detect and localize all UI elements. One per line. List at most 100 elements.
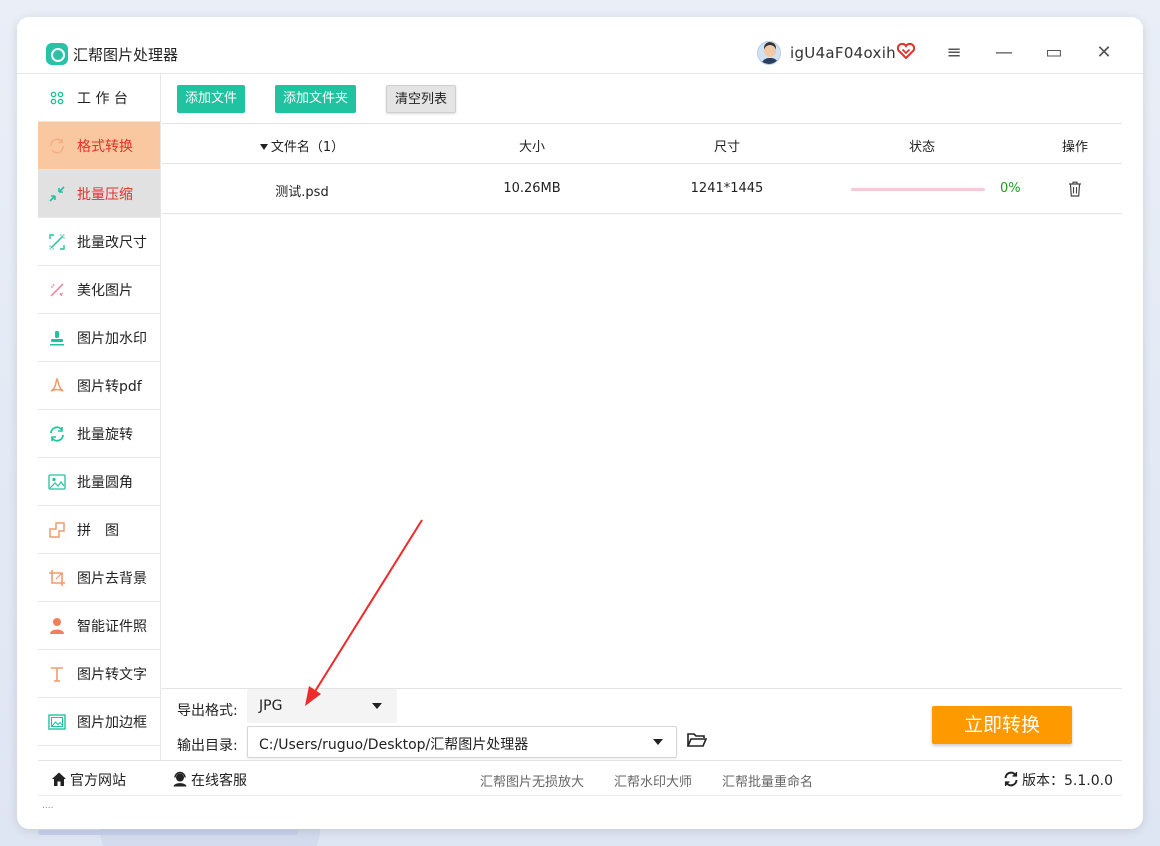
headset-icon [173, 771, 187, 787]
footer-link-watermark-master[interactable]: 汇帮水印大师 [614, 771, 692, 790]
pdf-icon [48, 376, 66, 395]
output-directory-label: 输出目录: [177, 738, 238, 754]
sidebar-item-watermark[interactable]: 图片加水印 [38, 314, 160, 362]
format-convert-icon [48, 137, 66, 155]
footer-link-batch-rename[interactable]: 汇帮批量重命名 [722, 771, 813, 790]
sidebar-item-to-pdf[interactable]: 图片转pdf [38, 362, 160, 410]
trash-icon[interactable] [1068, 181, 1082, 197]
user-avatar[interactable] [757, 41, 781, 65]
watermark-icon [48, 329, 66, 347]
output-directory-value: C:/Users/ruguo/Desktop/汇帮图片处理器 [259, 737, 529, 753]
sidebar-item-label: 美化图片 [77, 282, 133, 299]
cell-filename: 测试.psd [275, 185, 329, 200]
menu-button[interactable]: ≡ [940, 39, 968, 67]
chevron-down-icon [372, 703, 382, 709]
maximize-button[interactable]: ▭ [1040, 39, 1068, 67]
sidebar-item-batch-compress[interactable]: 批量压缩 [38, 170, 160, 218]
column-header-filename[interactable]: 文件名（1） [222, 136, 382, 155]
title-bar: 汇帮图片处理器 igU4aF04oxih ≡ — ▭ ✕ [17, 17, 1143, 74]
app-logo-icon [46, 43, 68, 65]
image-rounded-icon [48, 473, 66, 491]
vip-heart-icon[interactable] [897, 43, 915, 59]
sidebar-item-batch-resize[interactable]: 批量改尺寸 [38, 218, 160, 266]
sidebar-item-label: 拼 图 [77, 522, 119, 539]
online-support-link[interactable]: 在线客服 [172, 770, 247, 790]
main-panel: 添加文件 添加文件夹 清空列表 文件名（1） 大小 尺寸 状态 操作 测试.ps… [162, 74, 1122, 760]
resize-icon [48, 233, 66, 251]
username[interactable]: igU4aF04oxih [790, 44, 896, 62]
output-directory-select[interactable]: C:/Users/ruguo/Desktop/汇帮图片处理器 [247, 726, 677, 758]
home-icon [52, 772, 66, 786]
footer: 官方网站 在线客服 汇帮图片无损放大 汇帮水印大师 汇帮批量重命名 版本：5.1… [38, 760, 1122, 796]
sidebar-item-image-to-text[interactable]: 图片转文字 [38, 650, 160, 698]
progress-bar [851, 188, 985, 191]
sidebar-item-workbench[interactable]: 工 作 台 [38, 74, 160, 122]
column-header-size: 大小 [518, 140, 545, 155]
puzzle-icon [48, 521, 66, 539]
sidebar-item-add-frame[interactable]: 图片加边框 [38, 698, 160, 746]
sidebar-item-label: 图片转pdf [77, 378, 142, 395]
sidebar-item-label: 批量改尺寸 [77, 234, 147, 251]
table-header: 文件名（1） 大小 尺寸 状态 操作 [162, 124, 1122, 164]
table-row[interactable]: 测试.psd 10.26MB 1241*1445 0% [162, 164, 1122, 214]
progress-percent: 0% [1000, 181, 1021, 196]
clear-list-button[interactable]: 清空列表 [386, 85, 457, 113]
sidebar-item-label: 图片去背景 [77, 570, 147, 587]
filename-header-label: 文件名（1） [270, 140, 345, 155]
person-icon [48, 617, 66, 635]
folder-open-icon[interactable] [687, 732, 707, 748]
minimize-button[interactable]: — [990, 39, 1018, 67]
sidebar: 工 作 台 格式转换 批量压缩 批量改尺寸 美化图片 图片加水印 图片转pdf … [38, 74, 161, 760]
sidebar-item-collage[interactable]: 拼 图 [38, 506, 160, 554]
sidebar-item-id-photo[interactable]: 智能证件照 [38, 602, 160, 650]
refresh-icon [1004, 771, 1018, 787]
convert-now-button[interactable]: 立即转换 [932, 706, 1072, 744]
sidebar-item-label: 批量圆角 [77, 474, 133, 491]
column-header-dimensions: 尺寸 [713, 140, 740, 155]
add-file-button[interactable]: 添加文件 [177, 85, 246, 113]
grid-icon [48, 89, 66, 107]
version-label: 版本： [1022, 773, 1064, 789]
toolbar: 添加文件 添加文件夹 清空列表 [162, 74, 1122, 124]
chevron-down-icon [653, 739, 663, 745]
beautify-icon [48, 281, 66, 299]
background-bar [38, 830, 298, 835]
export-format-select[interactable]: JPG [247, 689, 397, 723]
sidebar-item-label: 图片加水印 [77, 330, 147, 347]
cell-size: 10.26MB [503, 181, 561, 196]
cell-dimensions: 1241*1445 [690, 181, 764, 196]
status-bar-dots: .... [42, 801, 54, 811]
column-header-status: 状态 [908, 140, 935, 155]
footer-link-upscale[interactable]: 汇帮图片无损放大 [480, 771, 584, 790]
sidebar-item-format-convert[interactable]: 格式转换 [38, 122, 160, 170]
sidebar-item-label: 图片加边框 [77, 714, 147, 731]
sort-caret-icon [259, 144, 268, 150]
rotate-icon [48, 425, 66, 443]
official-website-link[interactable]: 官方网站 [51, 770, 126, 790]
frame-icon [48, 713, 66, 731]
sidebar-item-remove-background[interactable]: 图片去背景 [38, 554, 160, 602]
add-folder-button[interactable]: 添加文件夹 [275, 85, 357, 113]
export-format-label: 导出格式: [177, 703, 238, 719]
text-icon [48, 665, 66, 683]
app-title: 汇帮图片处理器 [73, 46, 179, 64]
sidebar-item-rounded-corners[interactable]: 批量圆角 [38, 458, 160, 506]
sidebar-item-beautify[interactable]: 美化图片 [38, 266, 160, 314]
crop-icon [48, 569, 66, 587]
sidebar-item-label: 格式转换 [77, 138, 133, 155]
sidebar-item-batch-rotate[interactable]: 批量旋转 [38, 410, 160, 458]
app-window: 汇帮图片处理器 igU4aF04oxih ≡ — ▭ ✕ 工 作 台 格式转换 [17, 17, 1143, 829]
version-number: 5.1.0.0 [1064, 773, 1113, 789]
column-header-action: 操作 [1061, 140, 1088, 155]
sidebar-item-label: 图片转文字 [77, 666, 147, 683]
official-website-label: 官方网站 [70, 773, 126, 789]
close-button[interactable]: ✕ [1090, 39, 1118, 67]
compress-icon [48, 185, 66, 203]
sidebar-item-label: 智能证件照 [77, 618, 147, 635]
sidebar-item-label: 批量压缩 [77, 186, 133, 203]
version-info[interactable]: 版本：5.1.0.0 [1003, 770, 1113, 790]
export-format-value: JPG [259, 698, 283, 714]
sidebar-item-label: 工 作 台 [77, 90, 128, 107]
sidebar-item-label: 批量旋转 [77, 426, 133, 443]
online-support-label: 在线客服 [191, 773, 247, 789]
